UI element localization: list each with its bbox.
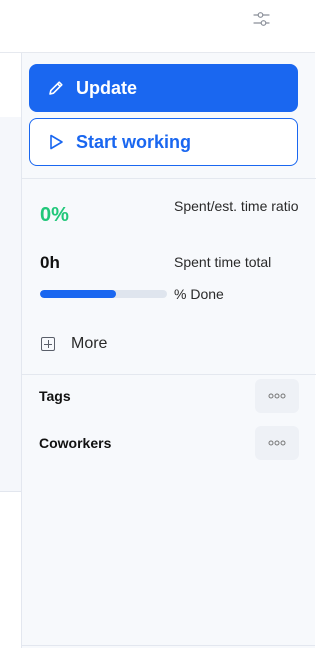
- coworkers-section: Coworkers: [39, 425, 299, 461]
- time-ratio-value: 0%: [40, 204, 69, 226]
- pencil-icon: [46, 78, 66, 98]
- plus-square-icon: [41, 337, 55, 351]
- more-divider: [22, 374, 316, 375]
- spent-time-value: 0h: [40, 253, 60, 272]
- more-dots-icon: [268, 440, 286, 446]
- more-toggle[interactable]: More: [41, 335, 107, 353]
- actions-divider: [22, 178, 316, 179]
- coworkers-label: Coworkers: [39, 435, 112, 451]
- spent-time-label: Spent time total: [174, 254, 272, 270]
- tags-label: Tags: [39, 388, 71, 404]
- tags-section: Tags: [39, 378, 299, 414]
- done-progress-fill: [40, 290, 117, 298]
- start-working-label: Start working: [76, 131, 192, 152]
- app-frame: Update Start working 0% Spent/est. time …: [0, 0, 316, 648]
- time-ratio-label: Spent/est. time ratio: [174, 198, 299, 214]
- tags-menu-button[interactable]: [255, 379, 299, 413]
- more-dots-icon: [268, 393, 286, 399]
- task-side-panel: Update Start working 0% Spent/est. time …: [21, 53, 316, 648]
- play-icon: [46, 132, 66, 152]
- main-content-edge: [0, 53, 21, 648]
- update-button-label: Update: [76, 77, 138, 98]
- more-label: More: [71, 335, 108, 352]
- panel-bottom-border: [21, 645, 315, 646]
- start-working-button[interactable]: Start working: [29, 118, 298, 166]
- done-progress-bar: [40, 290, 167, 298]
- done-label: % Done: [174, 286, 224, 302]
- content-band: [0, 117, 21, 491]
- coworkers-menu-button[interactable]: [255, 426, 299, 460]
- sliders-icon[interactable]: [248, 3, 274, 33]
- update-button[interactable]: Update: [29, 64, 298, 112]
- row-divider: [0, 491, 21, 492]
